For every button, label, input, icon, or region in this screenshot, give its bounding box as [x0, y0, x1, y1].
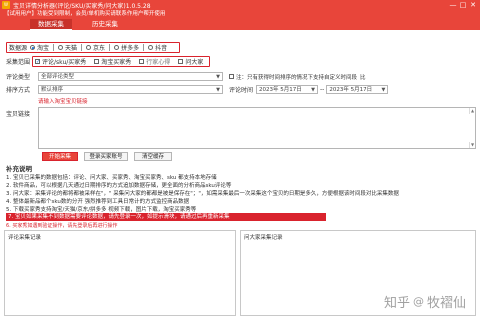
comment-records-panel: 评论采集记录 — [4, 230, 236, 316]
comment-type-select[interactable]: 全部评论类型 ▼ — [38, 72, 223, 81]
radio-label: 淘宝 — [37, 45, 50, 52]
link-hint: 请输入淘宝宝贝链接 — [38, 99, 88, 105]
date-value: 2023年 5月17日 — [259, 87, 302, 93]
link-hint-row: 请输入淘宝宝贝链接 — [38, 97, 88, 105]
app-logo-icon: W — [2, 1, 10, 9]
custom-time-hint: 注：只有获得时间排序的情况下支持自定义时间段 — [236, 74, 358, 81]
panel-title: 评论采集记录 — [8, 235, 42, 241]
radio-label: 拼多多 — [121, 45, 140, 52]
collect-scope-label: 采集范围 — [6, 59, 31, 66]
item-link-input[interactable]: ▲ ▼ — [38, 107, 476, 149]
radio-jd[interactable]: 京东 — [86, 43, 105, 52]
checkbox-label: 评论/sku/买家秀 — [42, 59, 87, 66]
notes-title: 补充说明 — [6, 165, 32, 173]
note-line: 1. 宝贝已采集的数据包括：评论、问大家、买家秀、淘宝买家秀、sku 都支持本地… — [6, 175, 217, 181]
link-label-row: 宝贝链接 — [6, 109, 30, 118]
watermark-author: 牧褶仙 — [426, 296, 466, 311]
checkbox-label: 淘宝买家秀 — [101, 59, 132, 66]
title-bar: W 宝贝详情分析器(评论/SKU/买家秀/问大家)1.0.5.28 — □ ✕ — [0, 0, 480, 10]
watermark-at: @ — [412, 295, 424, 308]
tab-bar: 数据采集 历史采集 — [0, 19, 480, 30]
divider — [81, 44, 83, 51]
minimize-button[interactable]: — — [448, 0, 458, 10]
tab-data-collect[interactable]: 数据采集 — [30, 19, 72, 30]
sort-select[interactable]: 默认排序 ▼ — [38, 85, 223, 94]
checkbox-ask-everyone[interactable]: 问大家 — [178, 57, 203, 66]
tab-label: 历史采集 — [92, 20, 118, 28]
checkbox-comments-sku[interactable]: ✓ 评论/sku/买家秀 — [35, 57, 86, 66]
checkbox-taobao-buyer-show[interactable]: 淘宝买家秀 — [94, 57, 131, 66]
clear-cache-button[interactable]: 清空缓存 — [134, 152, 172, 161]
note-line: 5. 下载买家秀支持淘宝/天猫/京东/拼多多 视频下载，图片下载，淘宝买家秀等 — [6, 207, 197, 213]
warning-banner: 7. 宝贝如果采集不到数据需要评论数据，请先登录一次，如提示滑块，请通过后再重新… — [6, 213, 326, 221]
comment-time-label: 评论时间 — [229, 87, 254, 94]
comment-type-label: 评论类型 — [6, 74, 31, 81]
date-value: 2023年 5月17日 — [329, 87, 373, 93]
chevron-down-icon: ▼ — [216, 74, 220, 80]
select-value: 默认排序 — [41, 87, 64, 93]
divider — [53, 44, 55, 51]
data-source-row: 数据源 淘宝 天猫 京东 拼多多 抖音 — [6, 42, 180, 53]
sort-label: 排序方式 — [6, 87, 31, 94]
note-line: 3. 问大家：采集评论的都将都被采样在"，" 采集问大家的都都是被是保存在"；"… — [6, 191, 399, 197]
start-collect-button[interactable]: 开始采集 — [42, 152, 78, 161]
note-line-warning: 6. 买家秀如遇到验证操作，请先登录后再进行操作 — [6, 223, 118, 229]
radio-dot — [148, 45, 154, 50]
watermark: 知乎 @ 牧褶仙 — [384, 292, 466, 311]
checkbox-expert-tips[interactable]: 行家心得 — [139, 57, 170, 66]
scroll-down-icon[interactable]: ▼ — [469, 142, 475, 148]
checkbox-box — [139, 59, 145, 64]
radio-dot — [114, 45, 120, 50]
custom-time-checkbox[interactable] — [229, 74, 234, 79]
item-link-label: 宝贝链接 — [6, 111, 31, 118]
date-from-picker[interactable]: 2023年 5月17日 ▼ — [256, 85, 319, 94]
date-to-picker[interactable]: 2023年 5月17日 ▼ — [326, 85, 389, 94]
calendar-dropdown-icon: ▼ — [311, 87, 316, 93]
tab-label: 数据采集 — [38, 20, 64, 28]
custom-time-hint-suffix: 比 — [360, 74, 366, 81]
data-source-label: 数据源 — [9, 45, 28, 52]
radio-label: 抖音 — [155, 45, 168, 52]
window-title: 宝贝详情分析器(评论/SKU/买家秀/问大家)1.0.5.28 — [13, 2, 151, 10]
calendar-dropdown-icon: ▼ — [381, 87, 386, 93]
comment-type-row: 评论类型 全部评论类型 ▼ 注：只有获得时间排序的情况下支持自定义时间段 比 — [6, 72, 366, 81]
panel-title: 问大家采集记录 — [244, 235, 283, 241]
date-range-separator: -- — [320, 86, 325, 93]
divider — [109, 44, 111, 51]
radio-label: 京东 — [93, 45, 106, 52]
checkbox-box — [94, 59, 100, 64]
scroll-up-icon[interactable]: ▲ — [469, 108, 475, 114]
radio-dot — [30, 45, 36, 50]
note-line: 4. 整体最新品都个sku数的分开 强烈推荐到工具日常计的方式监控商品数据 — [6, 199, 190, 205]
sort-row: 排序方式 默认排序 ▼ 评论时间 2023年 5月17日 ▼ -- 2023年 … — [6, 85, 389, 94]
collect-scope-row: 采集范围 ✓ 评论/sku/买家秀 淘宝买家秀 行家心得 问大家 — [6, 56, 211, 67]
maximize-button[interactable]: □ — [458, 0, 468, 10]
select-value: 全部评论类型 — [41, 74, 75, 80]
checkbox-box — [178, 59, 184, 64]
collect-scope-group: ✓ 评论/sku/买家秀 淘宝买家秀 行家心得 问大家 — [32, 56, 211, 67]
radio-dot — [58, 45, 64, 50]
radio-label: 天猫 — [65, 45, 78, 52]
radio-pinduoduo[interactable]: 拼多多 — [114, 43, 139, 52]
check-icon: ✓ — [35, 59, 41, 65]
radio-douyin[interactable]: 抖音 — [148, 43, 167, 52]
radio-tmall[interactable]: 天猫 — [58, 43, 77, 52]
tab-history-collect[interactable]: 历史采集 — [84, 19, 126, 30]
close-button[interactable]: ✕ — [468, 0, 478, 10]
checkbox-label: 问大家 — [185, 59, 204, 66]
radio-taobao[interactable]: 淘宝 — [30, 43, 49, 52]
login-buyer-button[interactable]: 登录买家账号 — [84, 152, 128, 161]
watermark-brand: 知乎 — [383, 296, 410, 311]
checkbox-label: 行家心得 — [146, 59, 171, 66]
divider — [143, 44, 145, 51]
chevron-down-icon: ▼ — [216, 87, 220, 93]
trial-notice: 【试用用户】功能受到限制，会员/单机购买请联系作用户帮开使用 — [0, 10, 480, 19]
radio-dot — [86, 45, 92, 50]
window-controls: — □ ✕ — [448, 0, 478, 10]
data-source-group: 数据源 淘宝 天猫 京东 拼多多 抖音 — [6, 42, 180, 53]
note-line: 2. 软件商品，可以根据几天通过日期排序的方式追加数据存储，更全面的分析商品sk… — [6, 183, 232, 189]
